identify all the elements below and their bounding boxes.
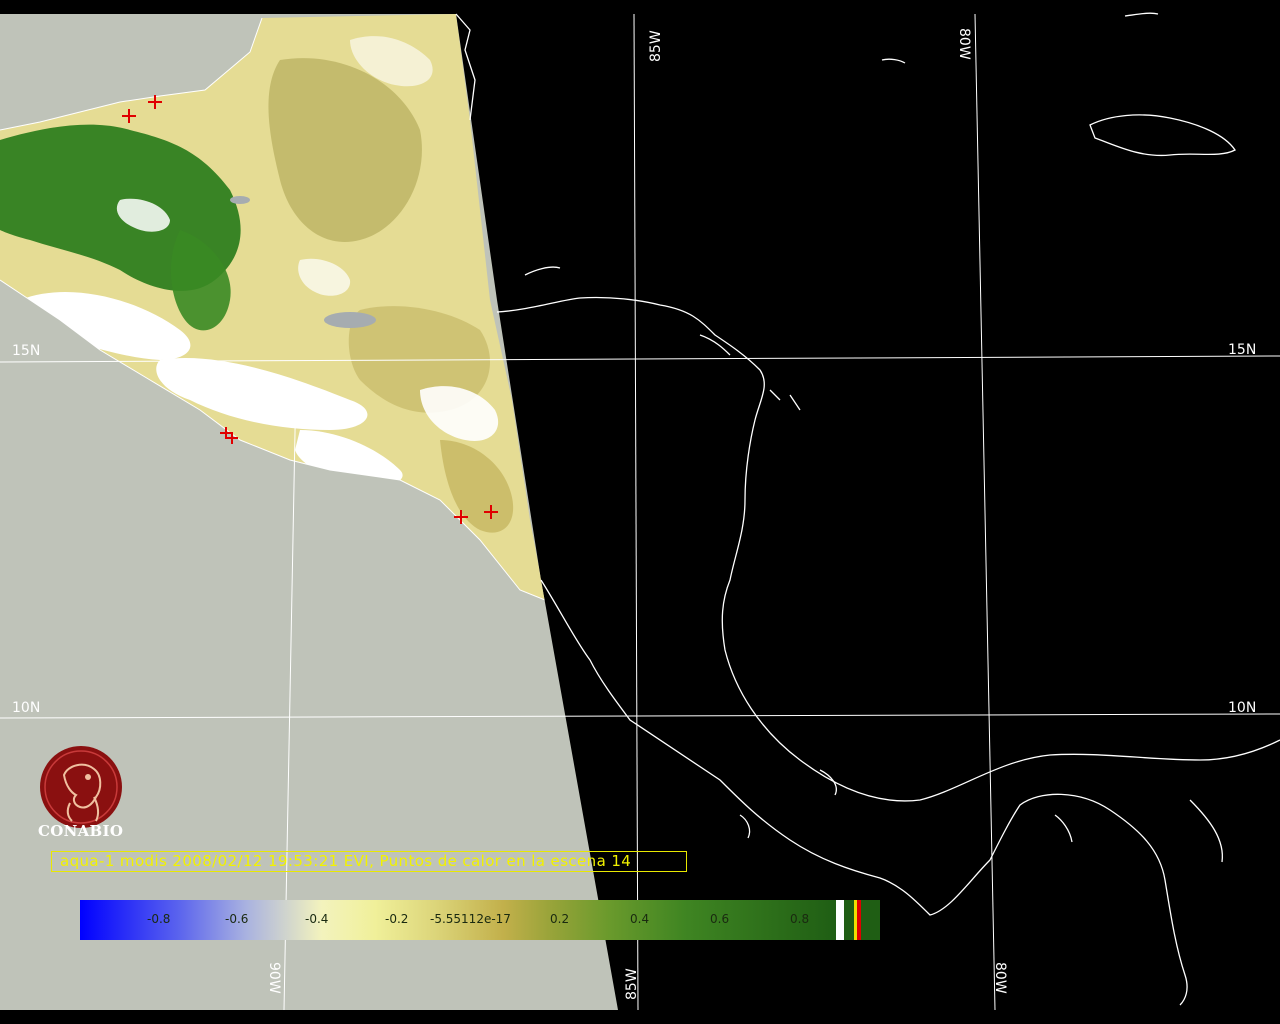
evi-colorbar: -0.8 -0.6 -0.4 -0.2 -5.55112e-17 0.2 0.4… bbox=[80, 900, 880, 940]
label-lat-10n-left: 10N bbox=[12, 700, 40, 716]
label-lat-15n-left: 15N bbox=[12, 343, 40, 359]
label-lat-10n-right: 10N bbox=[1228, 700, 1256, 716]
label-lon-85w-top: 85W bbox=[648, 30, 664, 62]
colorbar-end-swatch bbox=[861, 900, 880, 940]
gridline-80w bbox=[974, 13, 996, 1011]
colorbar-tick: 0.4 bbox=[630, 912, 650, 926]
lake-peten bbox=[230, 196, 250, 204]
jamaica-island bbox=[1089, 114, 1236, 157]
label-lon-90w-bottom: 90W bbox=[266, 962, 282, 994]
colorbar-tick: 0.8 bbox=[790, 912, 810, 926]
label-lat-15n-right: 15N bbox=[1228, 342, 1256, 358]
colorbar-tick: -0.4 bbox=[305, 912, 329, 926]
colorbar-tick: -0.2 bbox=[385, 912, 409, 926]
label-lon-80w-bottom: 80W bbox=[992, 962, 1008, 994]
label-lon-80w-top: 80W bbox=[956, 28, 972, 60]
conabio-logo-text: CONABIO bbox=[38, 822, 124, 840]
colorbar-tick: -0.6 bbox=[225, 912, 249, 926]
scene-caption: aqua-1 modis 2008/02/12 19:53:21 EVI, Pu… bbox=[60, 852, 632, 870]
colorbar-tick: 0.6 bbox=[710, 912, 730, 926]
colorbar-tick: -0.8 bbox=[147, 912, 171, 926]
colorbar-no-data-swatch bbox=[836, 900, 844, 940]
label-lon-85w-bottom: 85W bbox=[624, 968, 640, 1000]
colorbar-tick: 0.2 bbox=[550, 912, 570, 926]
lake-izabal bbox=[324, 312, 376, 328]
colorbar-tick: -5.55112e-17 bbox=[430, 912, 511, 926]
colorbar-dark-swatch bbox=[844, 900, 854, 940]
